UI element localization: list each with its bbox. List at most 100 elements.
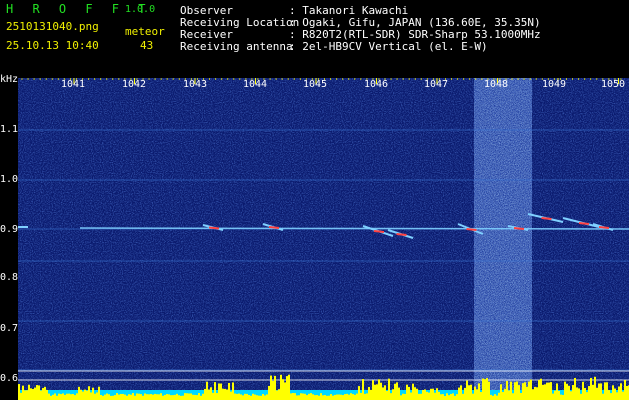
signal-bar bbox=[384, 385, 386, 400]
signal-bar bbox=[530, 379, 532, 400]
signal-bar bbox=[166, 394, 168, 400]
signal-bar bbox=[146, 394, 148, 400]
signal-bar bbox=[594, 376, 596, 400]
signal-bar bbox=[94, 393, 96, 400]
signal-bar bbox=[158, 394, 160, 400]
signal-bar bbox=[538, 379, 540, 400]
signal-bar bbox=[418, 393, 420, 400]
signal-bar bbox=[548, 382, 550, 400]
signal-bar bbox=[76, 393, 78, 400]
signal-bar bbox=[250, 395, 252, 400]
signal-bar bbox=[228, 382, 230, 400]
signal-bar bbox=[292, 392, 294, 400]
signal-bar bbox=[54, 393, 56, 400]
signal-bar bbox=[376, 384, 378, 400]
x-tick: 1048 bbox=[484, 79, 509, 90]
signal-bar bbox=[60, 394, 62, 400]
signal-bar bbox=[148, 394, 150, 400]
signal-bar bbox=[132, 393, 134, 400]
signal-bar bbox=[140, 394, 142, 400]
signal-bar bbox=[236, 393, 238, 400]
signal-bar bbox=[522, 383, 524, 400]
x-tick: 1043 bbox=[183, 79, 208, 90]
signal-bar bbox=[558, 390, 560, 400]
signal-bar bbox=[150, 394, 152, 400]
signal-bar bbox=[110, 395, 112, 400]
signal-bar bbox=[444, 395, 446, 400]
signal-bar bbox=[388, 378, 390, 400]
signal-bar bbox=[438, 391, 440, 400]
signal-bar bbox=[230, 391, 232, 400]
signal-bar bbox=[468, 385, 470, 400]
meteor-head bbox=[466, 228, 477, 231]
signal-bar bbox=[102, 395, 104, 400]
signal-bar bbox=[260, 395, 262, 400]
x-tick: 1044 bbox=[243, 79, 268, 90]
signal-bar bbox=[314, 395, 316, 400]
signal-bar bbox=[20, 392, 22, 400]
signal-bar bbox=[362, 379, 364, 400]
signal-bar bbox=[106, 393, 108, 400]
signal-bar bbox=[120, 393, 122, 400]
signal-bar bbox=[222, 388, 224, 400]
y-tick: 0.9 bbox=[0, 224, 19, 235]
signal-bar bbox=[234, 393, 236, 400]
signal-bar bbox=[254, 394, 256, 400]
signal-bar bbox=[420, 393, 422, 400]
signal-bar bbox=[270, 375, 272, 400]
signal-bar bbox=[610, 393, 612, 400]
signal-bar bbox=[448, 395, 450, 400]
signal-bar bbox=[582, 381, 584, 400]
signal-bar bbox=[22, 385, 24, 400]
signal-bar bbox=[298, 395, 300, 400]
signal-bar bbox=[62, 393, 64, 400]
signal-bar bbox=[504, 388, 506, 400]
signal-bar bbox=[252, 393, 254, 400]
signal-bar bbox=[42, 388, 44, 400]
signal-bar bbox=[264, 395, 266, 400]
signal-bar bbox=[226, 389, 228, 400]
signal-bar bbox=[96, 392, 98, 400]
signal-bar bbox=[492, 395, 494, 400]
signal-bar bbox=[194, 394, 196, 400]
signal-bar bbox=[608, 390, 610, 400]
meteor-label: meteor bbox=[125, 25, 165, 38]
signal-bar bbox=[190, 393, 192, 400]
signal-bar bbox=[304, 393, 306, 400]
signal-bar bbox=[494, 394, 496, 400]
signal-bar bbox=[258, 395, 260, 400]
signal-bar bbox=[40, 390, 42, 400]
signal-bar bbox=[48, 393, 50, 400]
signal-bar bbox=[274, 375, 276, 400]
signal-bar bbox=[160, 393, 162, 400]
meteor-head bbox=[396, 233, 407, 236]
signal-bar bbox=[484, 379, 486, 400]
signal-bar bbox=[588, 386, 590, 400]
meteor-head bbox=[513, 227, 525, 230]
signal-bar bbox=[436, 388, 438, 400]
signal-bar bbox=[356, 393, 358, 400]
signal-bar bbox=[574, 377, 576, 400]
signal-bar bbox=[240, 394, 242, 400]
signal-bar bbox=[162, 395, 164, 400]
signal-bar bbox=[318, 395, 320, 400]
signal-bar bbox=[198, 393, 200, 400]
signal-bar bbox=[134, 395, 136, 400]
signal-bar bbox=[370, 389, 372, 400]
signal-bar bbox=[118, 394, 120, 400]
signal-bar bbox=[470, 384, 472, 400]
signal-bar bbox=[328, 395, 330, 400]
signal-bar bbox=[462, 393, 464, 400]
signal-bar bbox=[618, 386, 620, 400]
signal-bar bbox=[434, 392, 436, 400]
meteor-head bbox=[268, 226, 280, 229]
signal-bar bbox=[346, 393, 348, 400]
meteor-head bbox=[208, 226, 220, 230]
signal-bar bbox=[126, 395, 128, 400]
signal-bar bbox=[566, 383, 568, 400]
signal-bar bbox=[192, 394, 194, 400]
signal-bar bbox=[224, 388, 226, 400]
x-tick: 1046 bbox=[364, 79, 389, 90]
signal-bar bbox=[290, 393, 292, 400]
signal-bar bbox=[176, 393, 178, 400]
